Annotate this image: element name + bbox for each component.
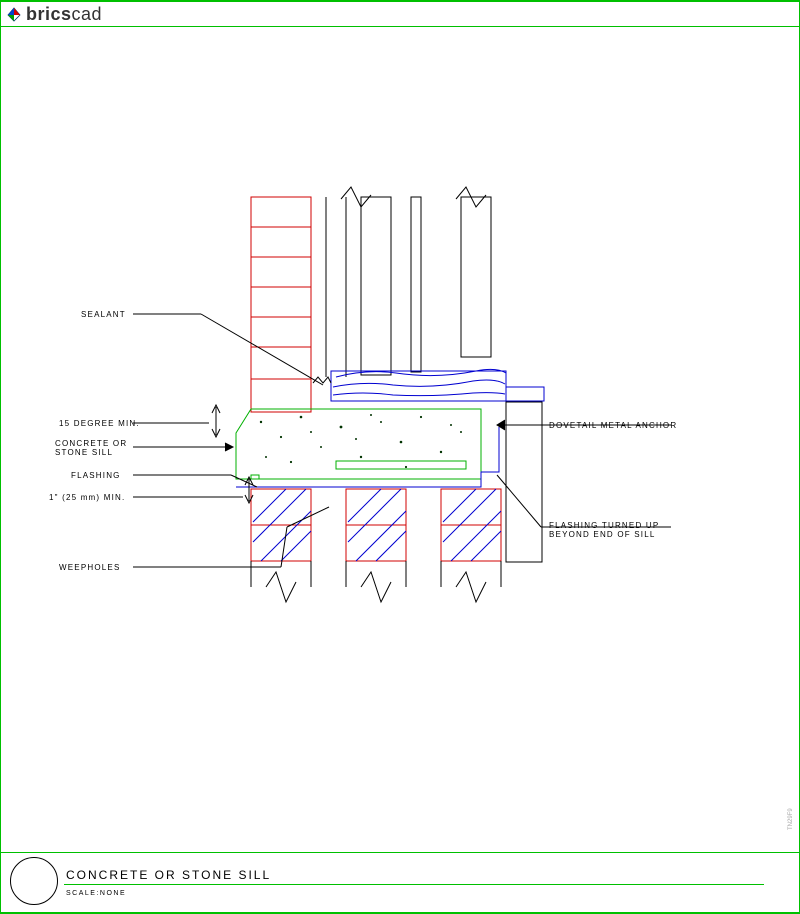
- drawing-title: CONCRETE OR STONE SILL: [66, 868, 271, 882]
- label-dovetail: DOVETAIL METAL ANCHOR: [549, 421, 677, 430]
- bricscad-logo-text: bricscad: [26, 4, 102, 25]
- label-15-degree: 15 DEGREE MIN.: [59, 419, 140, 428]
- label-sealant: SEALANT: [81, 310, 126, 319]
- bricscad-logo: bricscad: [6, 4, 102, 25]
- label-flashing: FLASHING: [71, 471, 121, 480]
- drawing-scale: SCALE:NONE: [66, 890, 126, 897]
- label-weepholes: WEEPHOLES: [59, 563, 120, 572]
- label-1in-min: 1" (25 mm) MIN.: [49, 493, 125, 502]
- drawing-id: TN29F9: [788, 808, 794, 830]
- detail-marker-circle: [10, 857, 58, 905]
- cad-drawing: SEALANT 15 DEGREE MIN. CONCRETE OR STONE…: [1, 27, 799, 851]
- label-concrete-sill: CONCRETE OR STONE SILL: [55, 439, 127, 457]
- bricscad-logo-icon: [6, 7, 22, 23]
- label-flashing-turned-up: FLASHING TURNED UP BEYOND END OF SILL: [549, 521, 659, 539]
